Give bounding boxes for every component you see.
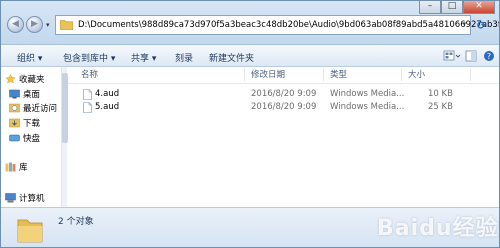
view-options-icon[interactable] — [443, 49, 461, 63]
recent-icon — [9, 103, 20, 113]
nav-item-recent[interactable]: 最近访问 — [9, 102, 57, 115]
desktop-icon — [9, 89, 20, 99]
file-size: 25 KB — [428, 102, 453, 112]
file-modified: 2016/8/20 9:09 — [251, 89, 317, 99]
file-name: 5.aud — [95, 102, 120, 112]
window-controls: – □ ✕ — [419, 1, 495, 15]
help-icon[interactable]: ? — [483, 49, 495, 63]
address-dropdown-icon[interactable]: ▾ — [462, 20, 466, 28]
watermark: Baidu经验 — [377, 216, 499, 241]
recent-pages-dropdown[interactable]: ▾ — [46, 21, 50, 29]
library-icon — [5, 162, 16, 172]
nav-label: 下载 — [23, 119, 41, 129]
burn-button[interactable]: 刻录 — [175, 51, 193, 64]
details-pane: 2 个对象 Baidu经验 — [1, 207, 499, 247]
file-type: Windows Media... — [330, 89, 405, 99]
column-separator — [470, 69, 471, 81]
nav-label: 收藏夹 — [19, 75, 45, 85]
svg-text:?: ? — [487, 52, 491, 61]
nav-label: 最近访问 — [23, 104, 58, 114]
maximize-button[interactable]: □ — [441, 1, 463, 14]
column-header-type[interactable]: 类型 — [330, 67, 400, 83]
forward-arrow-icon: ▶ — [31, 19, 38, 29]
explorer-window: – □ ✕ ◀ ▶ ▾ D:\Documents\988d89ca73d970f… — [0, 0, 500, 248]
share-button[interactable]: 共享 ▾ — [131, 51, 156, 64]
computer-icon — [5, 193, 16, 203]
nav-item-kuaipan[interactable]: 快盘 — [9, 132, 40, 145]
column-header-size[interactable]: 大小 — [408, 67, 468, 83]
new-folder-button[interactable]: 新建文件夹 — [209, 51, 254, 64]
nav-item-downloads[interactable]: 下载 — [9, 117, 40, 130]
file-icon — [83, 89, 92, 100]
back-button[interactable]: ◀ — [7, 16, 24, 33]
file-icon — [83, 102, 92, 113]
nav-item-favorites[interactable]: 收藏夹 — [5, 73, 45, 86]
organize-button[interactable]: 组织 ▾ — [17, 51, 42, 64]
nav-item-libraries[interactable]: 库 — [5, 161, 28, 174]
nav-item-desktop[interactable]: 桌面 — [9, 88, 40, 101]
column-header-modified[interactable]: 修改日期 — [251, 67, 321, 83]
address-bar-area: – □ ✕ ◀ ▶ ▾ D:\Documents\988d89ca73d970f… — [1, 1, 499, 45]
file-type: Windows Media... — [330, 102, 405, 112]
header-divider — [68, 83, 499, 84]
nav-item-computer[interactable]: 计算机 — [5, 192, 45, 205]
file-size: 10 KB — [428, 89, 453, 99]
column-header-name[interactable]: 名称 — [81, 67, 241, 83]
nav-label: 桌面 — [23, 90, 41, 100]
file-modified: 2016/8/20 9:09 — [251, 102, 317, 112]
download-icon — [9, 118, 20, 128]
back-arrow-icon: ◀ — [12, 19, 19, 29]
nav-label: 计算机 — [19, 194, 45, 204]
navigation-pane: 收藏夹 桌面 最近访问 下载 快盘 库 计算机 — [1, 67, 67, 207]
drive-icon — [9, 134, 20, 142]
navigation-scrollbar[interactable] — [61, 67, 68, 207]
nav-label: 快盘 — [23, 134, 41, 144]
refresh-icon[interactable]: ⟳ — [477, 19, 486, 32]
close-button[interactable]: ✕ — [463, 1, 495, 14]
include-in-library-button[interactable]: 包含到库中 ▾ — [63, 51, 115, 64]
folder-icon — [17, 219, 43, 243]
preview-pane-icon[interactable] — [465, 49, 477, 63]
column-separator — [401, 69, 402, 81]
minimize-button[interactable]: – — [419, 1, 441, 14]
file-name: 4.aud — [95, 89, 120, 99]
column-separator — [244, 69, 245, 81]
folder-icon — [60, 20, 73, 30]
forward-button[interactable]: ▶ — [26, 16, 43, 33]
item-count: 2 个对象 — [58, 217, 94, 227]
address-field[interactable]: D:\Documents\988d89ca73d970f5a3beac3c48d… — [55, 15, 499, 35]
file-row[interactable]: 4.aud 2016/8/20 9:09 Windows Media... 10… — [68, 89, 499, 101]
file-row[interactable]: 5.aud 2016/8/20 9:09 Windows Media... 25… — [68, 102, 499, 114]
address-path: D:\Documents\988d89ca73d970f5a3beac3c48d… — [78, 20, 500, 30]
command-bar: 组织 ▾ 包含到库中 ▾ 共享 ▾ 刻录 新建文件夹 ? — [1, 45, 499, 67]
column-separator — [323, 69, 324, 81]
star-icon — [5, 74, 16, 84]
nav-label: 库 — [19, 163, 28, 173]
file-list: 名称 修改日期 类型 大小 4.aud 2016/8/20 9:09 Windo… — [68, 67, 499, 207]
